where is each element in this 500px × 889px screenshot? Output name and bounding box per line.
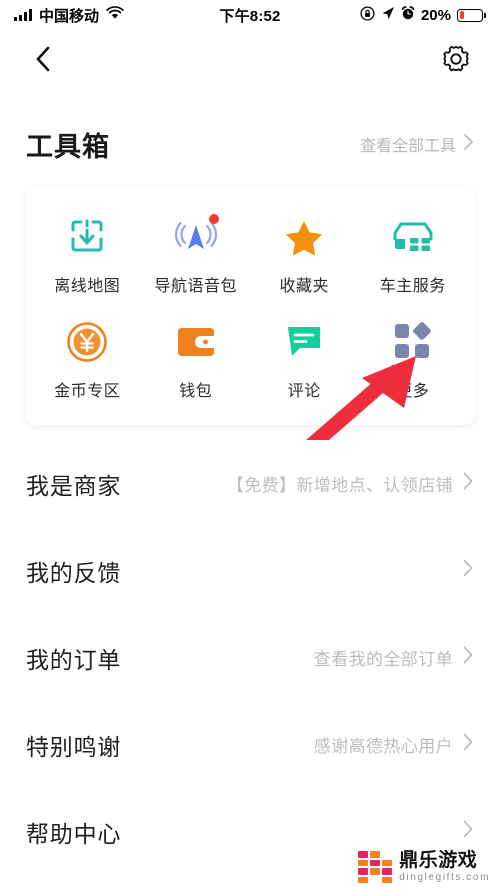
tool-label: 金币专区 — [54, 383, 121, 400]
battery-icon — [457, 8, 486, 22]
tool-label: 更多 — [396, 383, 430, 400]
tool-item-car-service[interactable]: 车主服务 — [359, 203, 468, 308]
watermark-url: dinglegifts.com — [399, 872, 490, 883]
alarm-clock-icon — [401, 6, 415, 24]
row-title: 我的反馈 — [26, 559, 122, 586]
row-right: 【免费】新增地点、认领店铺 — [227, 471, 474, 496]
tool-item-gold-coin[interactable]: 金币专区 — [33, 308, 142, 413]
row-title: 帮助中心 — [26, 820, 122, 847]
chevron-right-icon — [462, 471, 474, 496]
watermark-brand: 鼎乐游戏 — [399, 850, 478, 871]
navigation-voice-icon — [174, 214, 219, 259]
tool-label: 离线地图 — [54, 278, 121, 295]
row-hint: 感谢高德热心用户 — [313, 737, 453, 756]
wallet-icon — [174, 320, 218, 364]
chevron-left-icon — [31, 44, 55, 79]
chevron-right-icon — [462, 558, 474, 583]
row-right: 查看我的全部订单 — [314, 645, 474, 670]
tool-label: 评论 — [287, 383, 321, 400]
offline-map-download-icon — [65, 215, 109, 259]
row-right — [453, 819, 474, 844]
tool-item-favorites[interactable]: 收藏夹 — [250, 203, 359, 308]
row-hint: 查看我的全部订单 — [313, 650, 453, 669]
row-title: 我是商家 — [26, 472, 122, 499]
list-row-feedback[interactable]: 我的反馈 — [0, 527, 500, 614]
tool-item-comments[interactable]: 评论 — [250, 308, 359, 413]
gear-icon — [441, 44, 471, 79]
carrier-label: 中国移动 — [39, 7, 100, 25]
menu-list: 我是商家 【免费】新增地点、认领店铺 我的反馈 我的订单 查看我的全部订单 特别… — [0, 440, 500, 875]
toolbox-card: 离线地图 导航语音包 收藏夹 车主服务 金币专区 钱包 评论 更多 — [25, 187, 475, 425]
watermark-logo-icon — [358, 851, 393, 883]
location-arrow-icon — [381, 6, 395, 24]
clock-label: 下午8:52 — [219, 7, 281, 25]
watermark-text: 鼎乐游戏 dinglegifts.com — [399, 851, 490, 883]
watermark: 鼎乐游戏 dinglegifts.com — [358, 851, 490, 883]
row-hint: 【免费】新增地点、认领店铺 — [226, 476, 453, 495]
nav-bar — [0, 30, 500, 92]
tool-item-navigation-voice[interactable]: 导航语音包 — [142, 203, 251, 308]
chevron-right-icon — [462, 645, 474, 670]
list-row-special-thanks[interactable]: 特别鸣谢 感谢高德热心用户 — [0, 701, 500, 788]
car-service-icon — [391, 215, 435, 259]
tool-label: 导航语音包 — [154, 278, 237, 295]
list-row-merchant[interactable]: 我是商家 【免费】新增地点、认领店铺 — [0, 440, 500, 527]
row-title: 特别鸣谢 — [26, 733, 122, 760]
rotation-lock-icon — [360, 5, 375, 25]
status-bar-left: 中国移动 — [14, 5, 124, 26]
tool-label: 收藏夹 — [279, 278, 329, 295]
back-button[interactable] — [26, 44, 60, 78]
comment-bubble-icon — [282, 320, 326, 364]
row-title: 我的订单 — [26, 646, 122, 673]
view-all-tools-label: 查看全部工具 — [359, 138, 456, 155]
gold-coin-yuan-icon — [65, 320, 109, 364]
signal-bars-icon — [14, 9, 32, 21]
more-grid-icon — [391, 320, 435, 364]
tool-item-offline-map[interactable]: 离线地图 — [33, 203, 142, 308]
list-row-orders[interactable]: 我的订单 查看我的全部订单 — [0, 614, 500, 701]
chevron-right-icon — [462, 732, 474, 757]
star-icon — [282, 215, 326, 259]
battery-percent-label: 20% — [420, 6, 451, 24]
tool-item-wallet[interactable]: 钱包 — [142, 308, 251, 413]
tool-label: 钱包 — [179, 383, 213, 400]
view-all-tools-link[interactable]: 查看全部工具 — [360, 132, 474, 156]
toolbox-grid: 离线地图 导航语音包 收藏夹 车主服务 金币专区 钱包 评论 更多 — [25, 187, 475, 425]
status-bar-right: 20% — [360, 5, 486, 25]
status-bar: 中国移动 下午8:52 20% — [0, 0, 500, 30]
tool-item-more[interactable]: 更多 — [359, 308, 468, 413]
row-right: 感谢高德热心用户 — [314, 732, 474, 757]
chevron-right-icon — [463, 133, 474, 156]
toolbox-section-header: 工具箱 查看全部工具 — [0, 118, 500, 170]
phone-screen: 中国移动 下午8:52 20% 工具箱 查看全部工具 离线地图 导航语音包 收藏… — [0, 0, 500, 889]
notification-badge-dot — [208, 214, 219, 224]
wifi-icon — [106, 6, 124, 24]
tool-label: 车主服务 — [379, 278, 446, 295]
page-title: 工具箱 — [26, 131, 110, 162]
settings-button[interactable] — [438, 43, 474, 79]
row-right — [453, 558, 474, 583]
chevron-right-icon — [462, 819, 474, 844]
